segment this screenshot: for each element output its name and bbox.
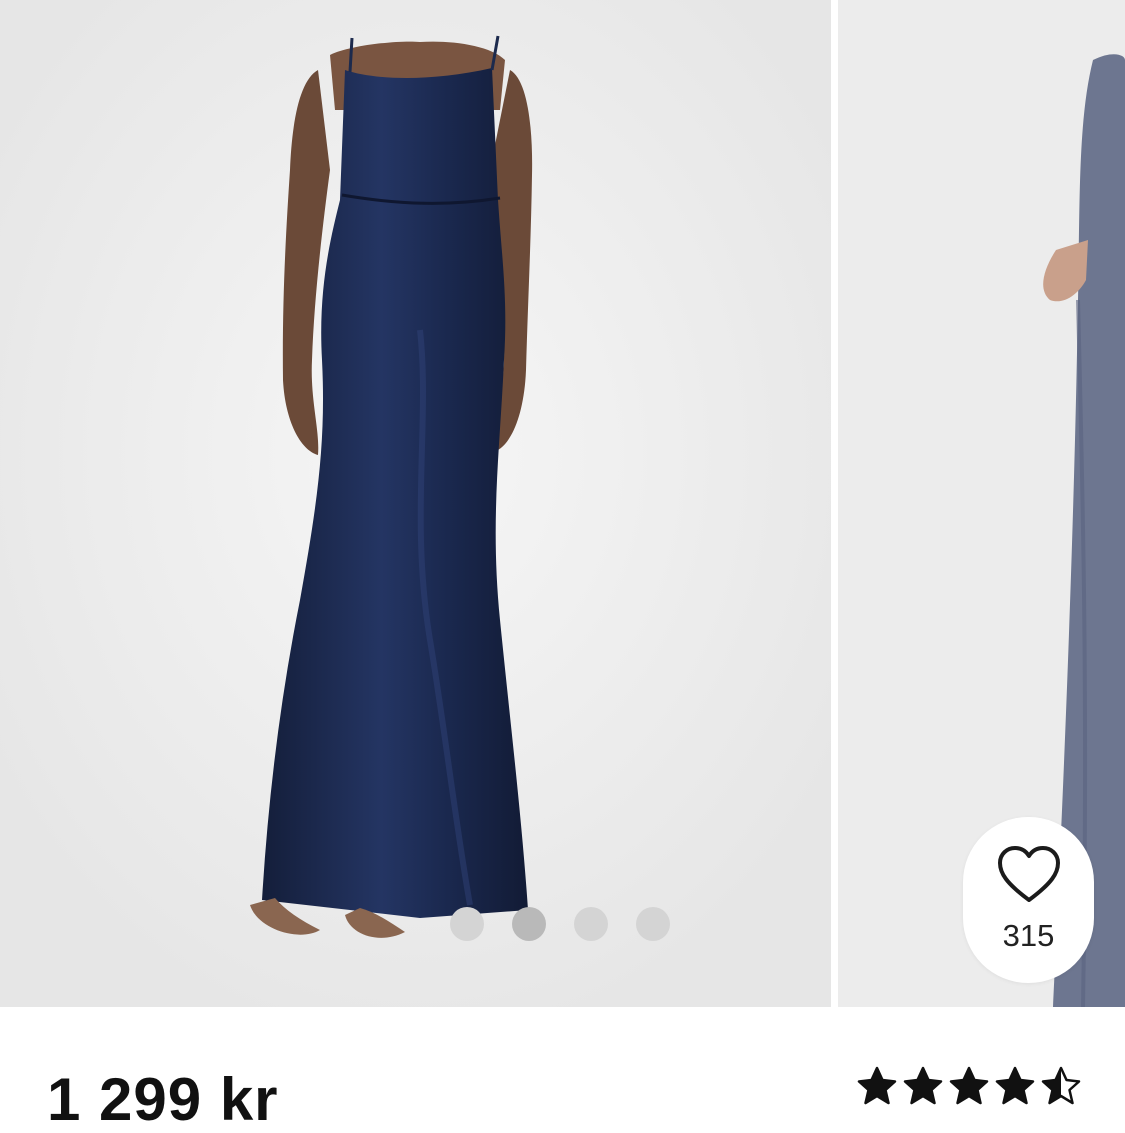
carousel-dot-2[interactable] [512, 907, 546, 941]
rating-stars[interactable] [856, 1065, 1086, 1115]
favorite-button[interactable]: 315 [963, 817, 1094, 983]
heart-outline-icon [998, 846, 1060, 902]
product-image-main[interactable] [0, 0, 831, 1007]
product-photo-navy-dress [0, 0, 831, 1007]
carousel-dot-1[interactable] [450, 907, 484, 941]
star-icon [1040, 1065, 1082, 1107]
star-icon [948, 1065, 990, 1107]
star-icon [856, 1065, 898, 1107]
carousel-indicator [450, 905, 690, 945]
carousel-dot-3[interactable] [574, 907, 608, 941]
product-price: 1 299 kr [47, 1066, 279, 1133]
favorite-count: 315 [1002, 918, 1055, 953]
carousel-dot-4[interactable] [636, 907, 670, 941]
star-icon [902, 1065, 944, 1107]
product-image-gallery[interactable]: 315 [0, 0, 1125, 1007]
star-icon [994, 1065, 1036, 1107]
